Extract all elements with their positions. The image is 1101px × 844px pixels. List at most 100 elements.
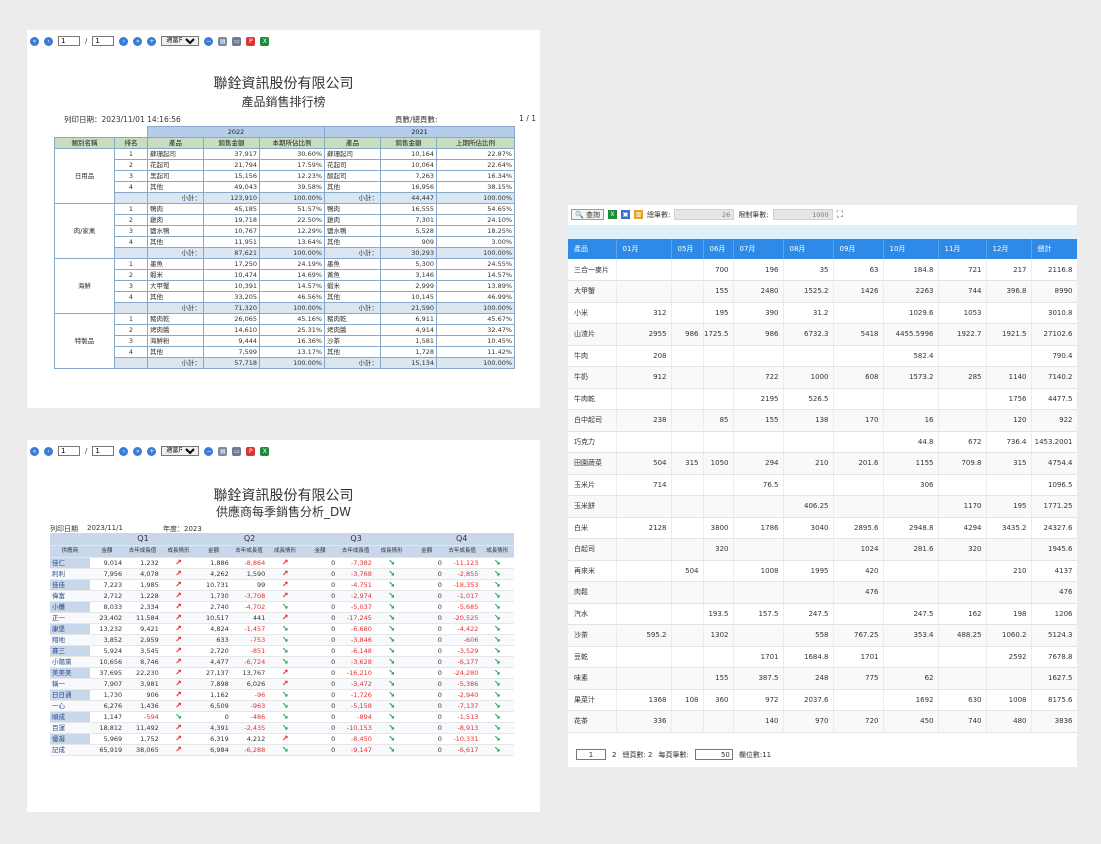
column-header[interactable]: 產品 [568, 239, 617, 259]
prev-page-icon[interactable]: ‹ [44, 446, 53, 456]
table-row: 4 其他 33,205 46.56% 其他 10,145 46.99% [55, 291, 516, 303]
printer-icon[interactable]: ▭ [232, 36, 242, 46]
column-header[interactable]: 07月 [733, 239, 784, 259]
column-header[interactable]: 08月 [783, 239, 834, 259]
table-cell [616, 538, 672, 561]
column-header[interactable]: 12月 [986, 239, 1032, 259]
table-cell: 138 [783, 409, 834, 432]
table-cell: 4137 [1031, 560, 1077, 582]
table-cell: 1,436 [124, 700, 161, 712]
table-cell: 0 [409, 678, 444, 690]
next-page-icon[interactable]: › [119, 446, 129, 456]
table-cell: -6,148 [337, 645, 374, 657]
supplier-quarterly-report: « ‹ / › » + 適當尺寸 − ▤ ▭ P X 聯銓資訊股份有限公司 供應… [27, 440, 540, 812]
subtotal-spacer [114, 192, 148, 204]
table-cell: 4 [114, 291, 148, 303]
table-row: 再來米 504 1008 1995 420 210 4137 [568, 560, 1077, 582]
table-cell [671, 302, 704, 324]
trend-down-icon: ↘ [480, 634, 514, 646]
print-icon[interactable]: ▤ [218, 446, 228, 456]
table-cell: 312 [616, 302, 672, 324]
subtotal-cell: 100.00% [436, 192, 516, 204]
table-cell: 10.45% [436, 335, 516, 347]
product-name: 玉米餅 [568, 495, 617, 518]
table-cell: 315 [986, 452, 1032, 475]
table-cell [671, 624, 704, 647]
table-cell: 157.5 [733, 603, 784, 625]
column-header[interactable]: 05月 [671, 239, 704, 259]
year-2022-header: 2022 [146, 126, 326, 138]
table-cell [783, 474, 834, 496]
zoom-out-icon[interactable]: − [204, 36, 214, 46]
prev-page-icon[interactable]: ‹ [44, 36, 53, 46]
pdf-icon[interactable]: P [246, 36, 256, 46]
table-cell: 22,230 [124, 667, 161, 679]
column-header[interactable]: 總計 [1031, 239, 1077, 259]
table-row: 汽水 193.5 157.5 247.5 247.5 162 198 1206 [568, 603, 1077, 625]
export-icon[interactable]: ▣ [620, 210, 630, 219]
table-cell: -3,708 [230, 590, 268, 602]
printer-icon[interactable]: ▭ [232, 446, 242, 456]
zoom-select[interactable]: 適當尺寸 [161, 446, 200, 456]
table-cell: -3,628 [337, 656, 374, 668]
table-cell: 其他 [324, 291, 382, 303]
table-cell [671, 366, 704, 389]
excel-icon[interactable]: X [260, 36, 270, 46]
first-page-icon[interactable]: « [30, 446, 39, 456]
table-cell [703, 345, 734, 367]
next-page-icon[interactable]: › [119, 36, 129, 46]
current-page-button[interactable]: 1 [576, 749, 606, 760]
table-cell: -10,153 [337, 722, 374, 734]
fullscreen-icon[interactable]: ⛶ [837, 210, 843, 220]
excel-icon[interactable]: X [260, 446, 270, 456]
table-cell: 1525.2 [783, 280, 834, 303]
table-cell: 3,146 [380, 269, 438, 281]
column-header[interactable]: 06月 [703, 239, 734, 259]
last-page-icon[interactable]: » [133, 36, 143, 46]
per-page-input[interactable]: 50 [694, 749, 733, 760]
table-row: 賽三 5,924 3,545 ↗ 2,720 -851 ↘ 0 -6,148 ↘ 0 -3,529 ↘ [50, 645, 514, 657]
table-cell: 1921.5 [986, 323, 1032, 346]
table-cell: 31.2 [783, 302, 834, 324]
last-page-icon[interactable]: » [133, 446, 143, 456]
page-input[interactable] [58, 36, 80, 46]
table-cell: 3010.8 [1031, 302, 1077, 324]
subtotal-row: 小計： 123,910 100.00% 小計： 44,447 100.00% [55, 192, 516, 204]
table-cell: 10,164 [380, 148, 438, 160]
table-cell: 1096.5 [1031, 474, 1077, 496]
table-cell: 1,730 [89, 689, 125, 701]
page-input[interactable] [58, 446, 80, 456]
table-cell: 4294 [938, 517, 987, 539]
chart-icon[interactable]: ▥ [633, 210, 643, 219]
column-header[interactable]: 10月 [883, 239, 939, 259]
column-header[interactable]: 11月 [938, 239, 987, 259]
excel-icon[interactable]: X [607, 210, 617, 219]
table-row: 正一 23,402 11,584 ↗ 10,517 441 ↗ 0 -17,245 ↘ 0 -20,5… [50, 612, 514, 624]
column-header: 銷售金額 [203, 137, 260, 149]
limit-field[interactable]: 1000 [772, 209, 833, 220]
supplier-name: 美美美 [50, 667, 90, 679]
table-row: 3 大甲蟹 10,391 14.57% 蝦米 2,999 13.89% [55, 280, 516, 292]
supplier-name: 小攤 [50, 601, 90, 613]
table-cell [671, 581, 704, 604]
pdf-icon[interactable]: P [246, 446, 256, 456]
table-cell: 2895.6 [833, 517, 884, 539]
table-cell: 10,474 [203, 269, 260, 281]
print-icon[interactable]: ▤ [218, 36, 228, 46]
first-page-icon[interactable]: « [30, 36, 39, 46]
zoom-out-icon[interactable]: − [204, 446, 214, 456]
zoom-in-icon[interactable]: + [147, 446, 157, 456]
column-header[interactable]: 01月 [616, 239, 672, 259]
zoom-in-icon[interactable]: + [147, 36, 157, 46]
table-cell: 3435.2 [986, 517, 1032, 539]
query-button[interactable]: 🔍 查詢 [571, 209, 604, 220]
table-cell: 7,898 [196, 678, 231, 690]
table-cell: 7,223 [89, 579, 125, 591]
column-header[interactable]: 09月 [833, 239, 884, 259]
table-row: 山渣片 2955 986 1725.5 986 6732.3 5418 4455.5996 19… [568, 323, 1077, 346]
page-2-link[interactable]: 2 [612, 751, 616, 759]
table-cell: 19,718 [203, 214, 260, 226]
zoom-select[interactable]: 適當尺寸 [161, 36, 200, 46]
supplier-name: 正一 [50, 612, 90, 624]
trend-up-icon: ↗ [160, 590, 197, 602]
